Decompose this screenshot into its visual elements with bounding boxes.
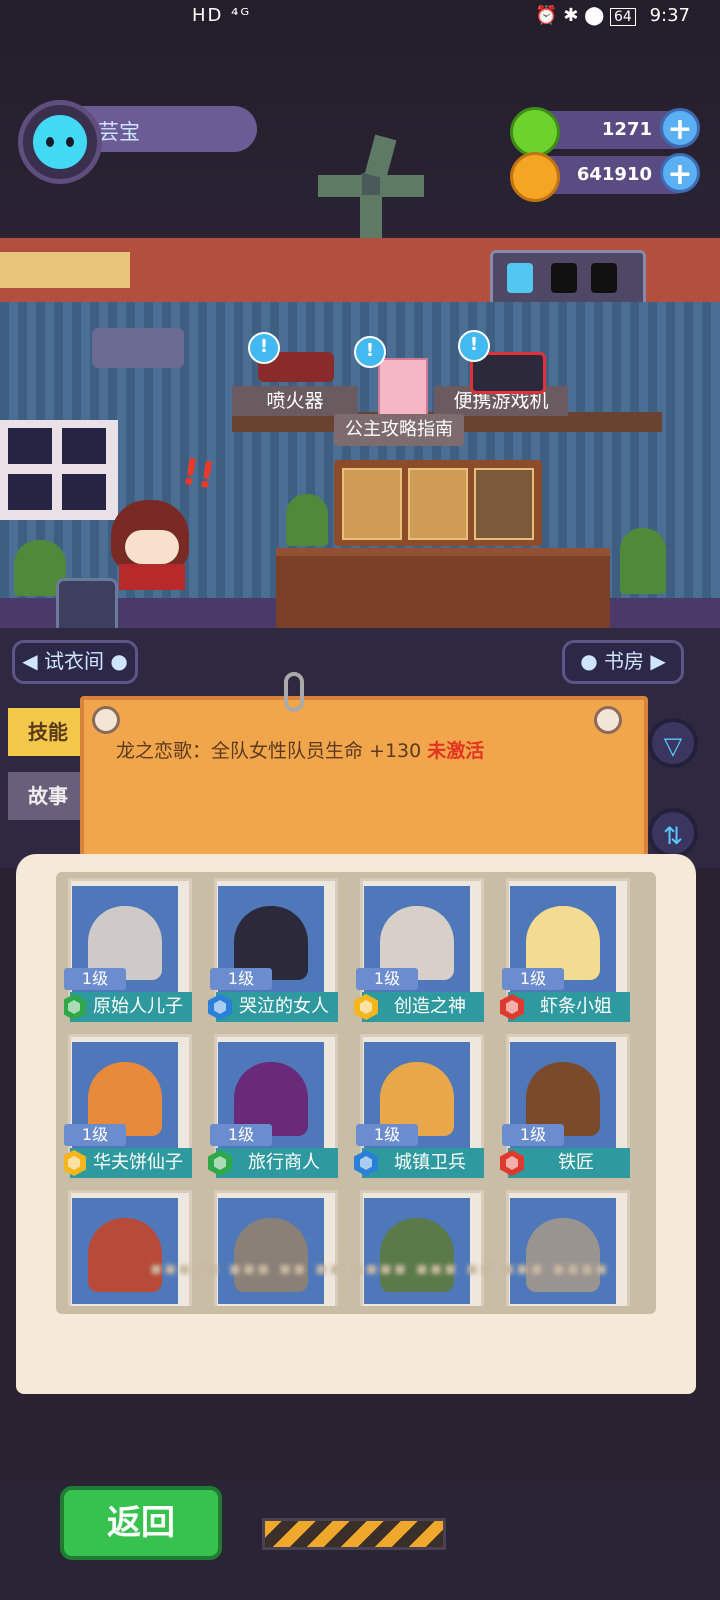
character-name: 华夫饼仙子 bbox=[70, 1148, 192, 1178]
character-portrait bbox=[72, 1198, 178, 1304]
pin-icon bbox=[92, 706, 120, 734]
character-card[interactable] bbox=[64, 1190, 196, 1306]
time: 9:37 bbox=[649, 5, 690, 26]
character-name: 城镇卫兵 bbox=[362, 1148, 484, 1178]
character-card[interactable]: 1级 铁匠 bbox=[500, 1034, 634, 1184]
guide-book-icon[interactable] bbox=[378, 358, 428, 416]
sort-icon: ⇅ bbox=[662, 822, 684, 850]
item-label-flamethrower[interactable]: 喷火器 bbox=[232, 386, 358, 416]
cabinet-slot bbox=[408, 468, 468, 540]
character-portrait bbox=[510, 1198, 616, 1304]
battery-indicator: 64 bbox=[610, 8, 636, 26]
character-face bbox=[125, 530, 179, 564]
gem-currency: 1271 + bbox=[510, 107, 700, 157]
shelf-panel bbox=[0, 252, 130, 288]
clock: ⏰ ✱ ⬤ 64 9:37 bbox=[535, 5, 690, 26]
player-character[interactable] bbox=[95, 480, 205, 590]
sort-button[interactable]: ⇅ bbox=[648, 808, 698, 858]
level-badge: 1级 bbox=[356, 968, 418, 990]
level-badge: 1级 bbox=[64, 1124, 126, 1146]
character-name: 原始人儿子 bbox=[70, 992, 192, 1022]
player-name: 芸宝 bbox=[98, 120, 140, 144]
skill-status: 未激活 bbox=[427, 740, 485, 762]
character-card[interactable] bbox=[356, 1190, 488, 1306]
alert-bubble[interactable]: ! bbox=[248, 332, 280, 364]
card-grid[interactable]: 1级 原始人儿子 1级 哭泣的女人 1级 创造之神 1级 虾条小姐 1级 华夫饼仙子 1级 旅行商人 1… bbox=[64, 878, 648, 1306]
fitting-room-button[interactable]: ◀ 试衣间 ● bbox=[12, 640, 138, 684]
tab-skill[interactable]: 技能 bbox=[8, 708, 88, 756]
character-card[interactable]: 1级 原始人儿子 bbox=[64, 878, 196, 1028]
alert-bubble[interactable]: ! bbox=[354, 336, 386, 368]
level-badge: 1级 bbox=[502, 968, 564, 990]
character-card[interactable] bbox=[210, 1190, 342, 1306]
character-name: 铁匠 bbox=[508, 1148, 630, 1178]
add-gem-button[interactable]: + bbox=[660, 108, 700, 148]
paperclip-icon bbox=[284, 672, 304, 712]
status-bar: HD ⁴ᴳ ⏰ ✱ ⬤ 64 9:37 bbox=[0, 0, 720, 34]
exclamation-icon: !! bbox=[178, 451, 219, 498]
item-label-princess-guide[interactable]: 公主攻略指南 bbox=[334, 414, 464, 446]
character-card[interactable]: 1级 华夫饼仙子 bbox=[64, 1034, 196, 1184]
blurred-text: ▪▪▪▪▪ ▪▪▪ ▪▪ ▪▪ ▪▪▪▪ ▪▪▪ ▪▪ ▪▪▪ ▪▪▪▪ bbox=[150, 1258, 610, 1279]
character-card[interactable]: 1级 虾条小姐 bbox=[500, 878, 634, 1028]
level-badge: 1级 bbox=[210, 1124, 272, 1146]
filter-icon: ▽ bbox=[663, 732, 683, 760]
level-badge: 1级 bbox=[210, 968, 272, 990]
tab-story[interactable]: 故事 bbox=[8, 772, 88, 820]
character-card[interactable]: 1级 城镇卫兵 bbox=[354, 1034, 488, 1184]
level-badge: 1级 bbox=[356, 1124, 418, 1146]
energy-icon bbox=[507, 263, 533, 293]
filter-button[interactable]: ▽ bbox=[648, 718, 698, 768]
skill-text: 龙之恋歌：全队女性队员生命 +130 bbox=[116, 740, 422, 762]
character-card[interactable]: 1级 哭泣的女人 bbox=[208, 878, 342, 1028]
skill-description: 龙之恋歌：全队女性队员生命 +130 未激活 bbox=[116, 736, 484, 763]
projector-icon bbox=[92, 328, 184, 368]
character-card[interactable]: 1级 创造之神 bbox=[354, 878, 488, 1028]
alarm-icon: ⏰ ✱ ⬤ bbox=[535, 5, 611, 26]
fan-icon bbox=[318, 134, 424, 240]
cabinet-slot bbox=[342, 468, 402, 540]
empty-slot-icon bbox=[551, 263, 577, 293]
green-gem-icon bbox=[510, 107, 560, 157]
pin-icon bbox=[594, 706, 622, 734]
back-button[interactable]: 返回 bbox=[60, 1486, 222, 1560]
gold-planet-coin-icon bbox=[510, 152, 560, 202]
network-indicator: HD ⁴ᴳ bbox=[192, 5, 252, 26]
gem-amount: 1271 bbox=[601, 119, 652, 140]
character-portrait bbox=[364, 1198, 470, 1304]
alert-bubble[interactable]: ! bbox=[458, 330, 490, 362]
character-outfit bbox=[119, 564, 185, 590]
character-name: 旅行商人 bbox=[216, 1148, 338, 1178]
coin-amount: 641910 bbox=[576, 164, 652, 185]
character-name: 虾条小姐 bbox=[508, 992, 630, 1022]
character-card[interactable]: 1级 旅行商人 bbox=[208, 1034, 342, 1184]
cabinet-slot bbox=[474, 468, 534, 540]
level-badge: 1级 bbox=[502, 1124, 564, 1146]
empty-slot-icon bbox=[591, 263, 617, 293]
display-cabinet[interactable] bbox=[334, 460, 542, 546]
fitting-room-label: 试衣间 bbox=[43, 649, 104, 673]
potted-plant-icon bbox=[620, 528, 666, 594]
character-name: 哭泣的女人 bbox=[216, 992, 338, 1022]
cat-face-icon bbox=[33, 115, 87, 169]
study-room-label: 书房 bbox=[604, 649, 645, 673]
character-portrait bbox=[218, 1198, 324, 1304]
avatar[interactable] bbox=[18, 100, 102, 184]
battery-slots bbox=[490, 250, 646, 308]
skill-notice-panel: 龙之恋歌：全队女性队员生命 +130 未激活 bbox=[80, 696, 648, 876]
coin-currency: 641910 + bbox=[510, 152, 700, 202]
potted-plant-icon bbox=[286, 494, 328, 546]
character-name: 创造之神 bbox=[362, 992, 484, 1022]
study-room-button[interactable]: ● 书房 ▶ bbox=[562, 640, 684, 684]
character-card[interactable] bbox=[502, 1190, 634, 1306]
add-coin-button[interactable]: + bbox=[660, 153, 700, 193]
player-name-bar[interactable]: 芸宝 bbox=[82, 106, 257, 152]
hazard-stripe bbox=[262, 1518, 446, 1550]
level-badge: 1级 bbox=[64, 968, 126, 990]
